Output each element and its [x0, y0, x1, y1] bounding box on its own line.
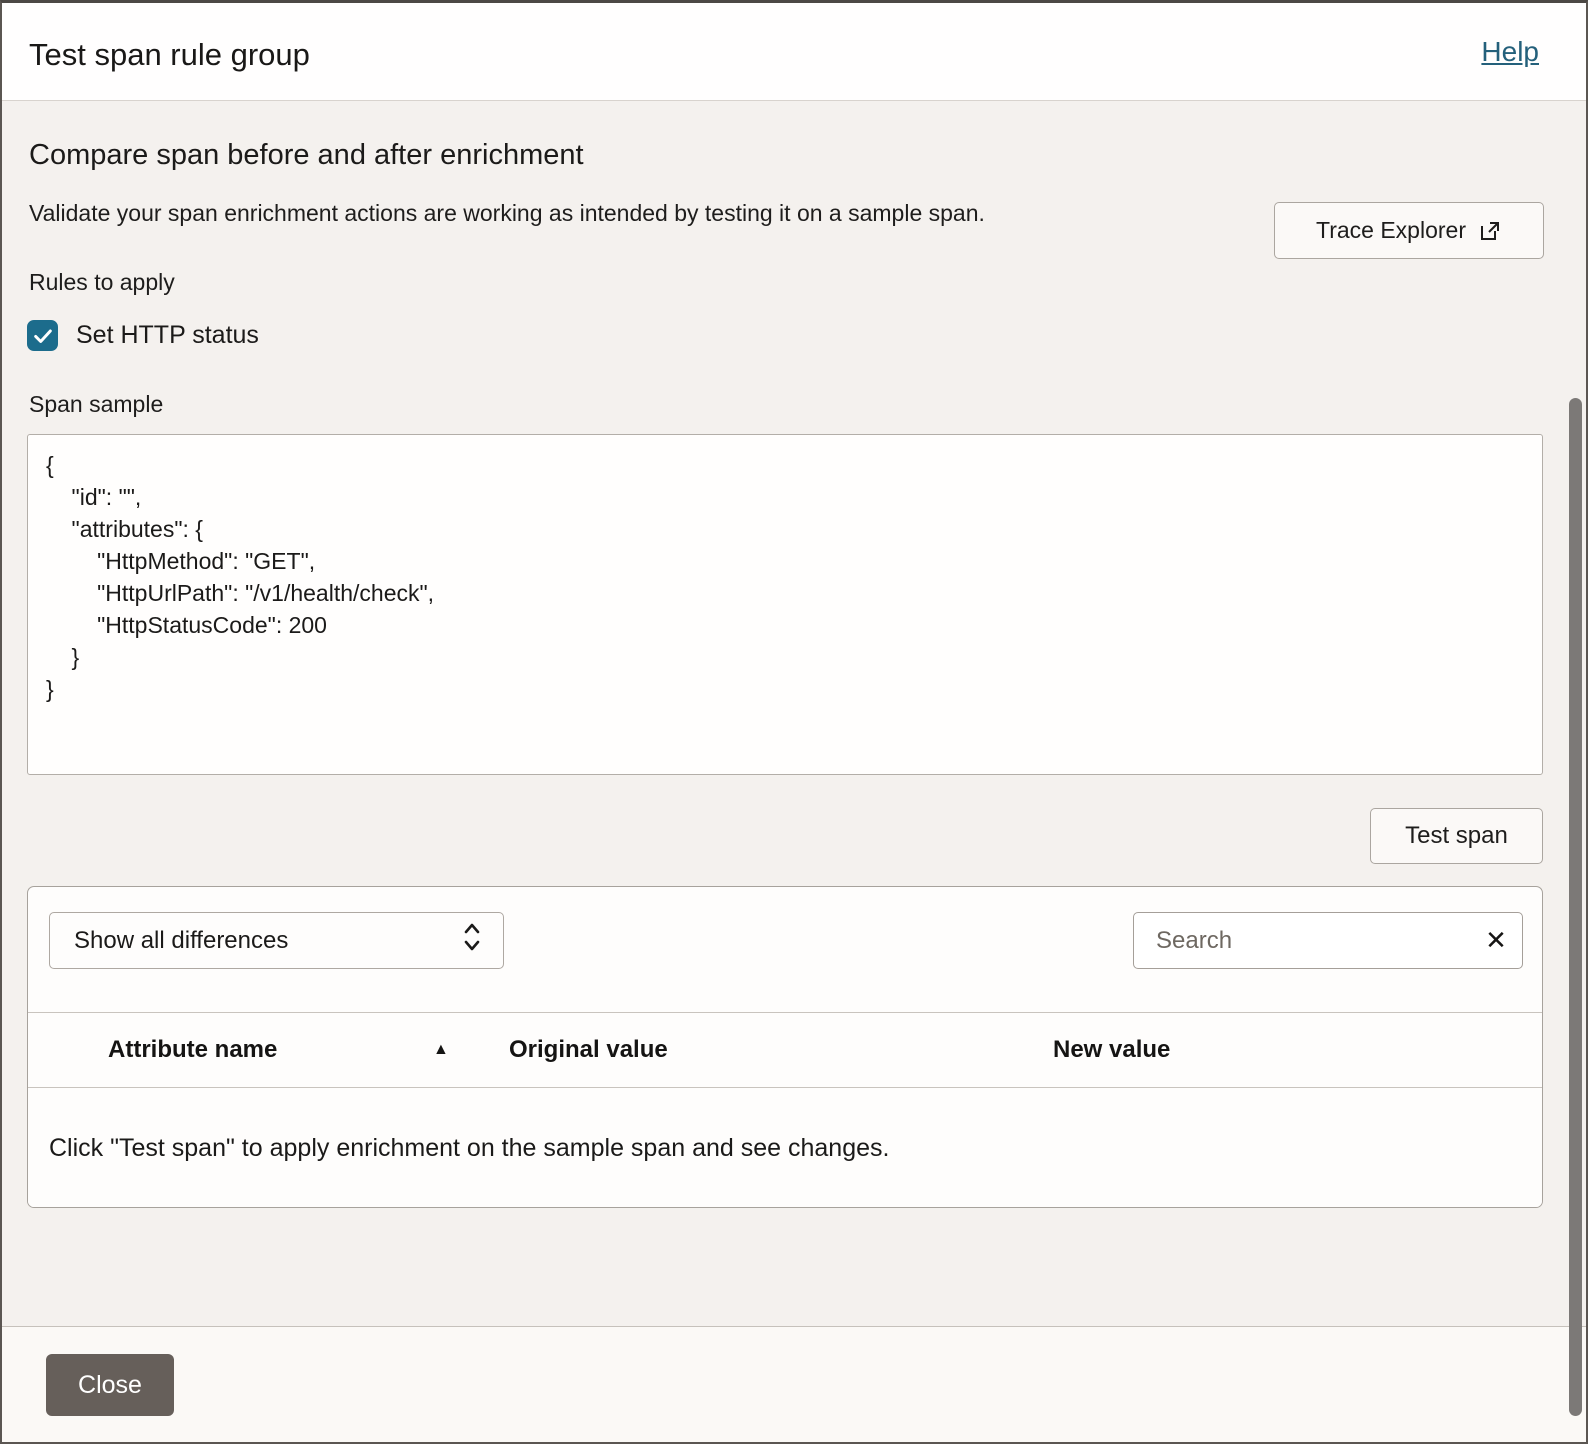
new-value-header-label: New value — [1053, 1036, 1170, 1063]
set-http-status-checkbox[interactable] — [27, 320, 58, 351]
column-header-attribute-name[interactable]: Attribute name ▲ — [28, 1036, 483, 1064]
attribute-name-header-label: Attribute name — [108, 1036, 277, 1063]
search-input[interactable] — [1134, 913, 1470, 968]
rules-to-apply-label: Rules to apply — [29, 269, 175, 296]
dialog-title: Test span rule group — [29, 37, 310, 73]
table-header-row: Attribute name ▲ Original value New valu… — [28, 1013, 1542, 1087]
rule-checkbox-row: Set HTTP status — [27, 320, 259, 351]
span-sample-label: Span sample — [29, 391, 163, 418]
section-description: Validate your span enrichment actions ar… — [29, 200, 985, 227]
sort-ascending-icon[interactable]: ▲ — [433, 1041, 449, 1059]
close-button[interactable]: Close — [46, 1354, 174, 1416]
external-link-icon — [1478, 219, 1502, 243]
checkmark-icon — [32, 325, 54, 347]
filter-selected-value: Show all differences — [74, 927, 288, 955]
table-empty-row: Click "Test span" to apply enrichment on… — [28, 1088, 1542, 1208]
results-toolbar: Show all differences ✕ — [28, 887, 1542, 1012]
test-span-label: Test span — [1405, 822, 1508, 850]
column-header-new-value[interactable]: New value — [1028, 1036, 1542, 1064]
test-span-rule-group-dialog: Test span rule group Help Compare span b… — [0, 0, 1588, 1444]
dialog-header: Test span rule group Help — [2, 3, 1586, 101]
column-header-original-value[interactable]: Original value — [483, 1036, 1028, 1064]
original-value-header-label: Original value — [509, 1036, 668, 1063]
vertical-scrollbar-thumb[interactable] — [1569, 398, 1582, 1416]
span-sample-textarea[interactable]: { "id": "", "attributes": { "HttpMethod"… — [27, 434, 1543, 775]
differences-filter-select[interactable]: Show all differences — [49, 912, 504, 969]
span-sample-json: { "id": "", "attributes": { "HttpMethod"… — [46, 449, 1524, 705]
empty-state-message: Click "Test span" to apply enrichment on… — [49, 1134, 889, 1163]
section-heading: Compare span before and after enrichment — [29, 139, 584, 172]
results-panel: Show all differences ✕ Attribute name ▲ — [27, 886, 1543, 1208]
test-span-button[interactable]: Test span — [1370, 808, 1543, 864]
dialog-footer: Close — [2, 1326, 1586, 1442]
select-spinner-icon — [461, 920, 483, 961]
search-field: ✕ — [1133, 912, 1523, 969]
checkbox-label: Set HTTP status — [76, 321, 259, 350]
clear-search-icon[interactable]: ✕ — [1470, 925, 1522, 956]
trace-explorer-label: Trace Explorer — [1316, 217, 1466, 244]
trace-explorer-button[interactable]: Trace Explorer — [1274, 202, 1544, 259]
help-link[interactable]: Help — [1481, 36, 1539, 68]
